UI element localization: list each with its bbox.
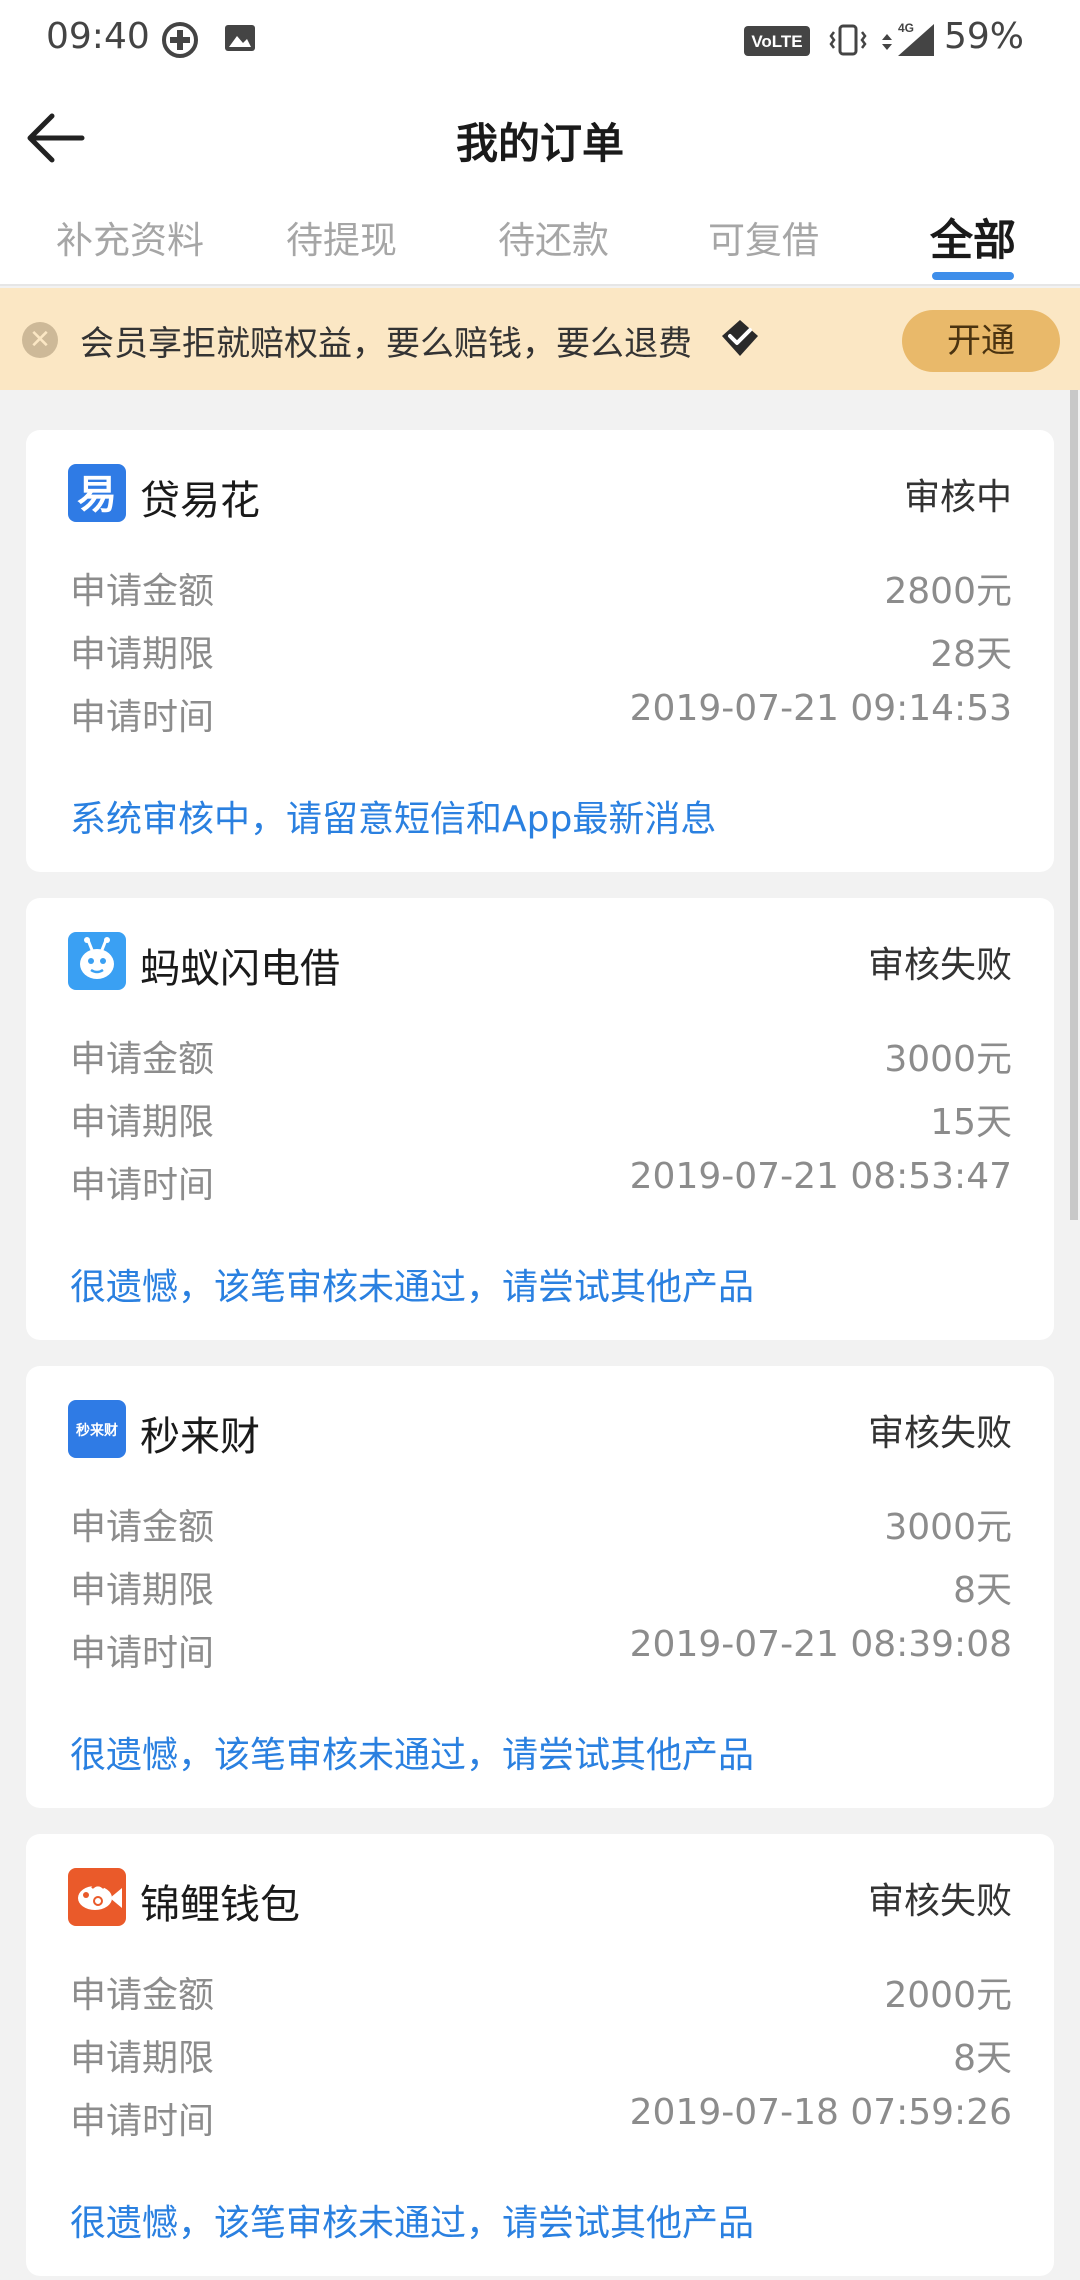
term-label: 申请期限 <box>70 634 215 675</box>
volte-icon: VoLTE <box>744 26 810 60</box>
signal-4g-icon: 4G <box>878 20 936 64</box>
product-name: 蚂蚁闪电借 <box>140 946 340 992</box>
term-label: 申请期限 <box>70 1102 215 1143</box>
term-value: 8天 <box>953 1570 1012 1611</box>
ant-logo-icon <box>68 932 126 990</box>
order-message: 很遗憾，该笔审核未通过，请尝试其他产品 <box>70 1735 755 1776</box>
membership-banner: ✕ 会员享拒就赔权益，要么赔钱，要么退费 开通 <box>0 288 1080 390</box>
order-card[interactable]: 锦鲤钱包 审核失败 申请金额 2000元 申请期限 8天 申请时间 2019-0… <box>26 1834 1054 2276</box>
term-value: 28天 <box>930 634 1012 675</box>
amount-value: 2000元 <box>884 1975 1012 2016</box>
term-label: 申请期限 <box>70 1570 215 1611</box>
term-label: 申请期限 <box>70 2038 215 2079</box>
active-tab-indicator <box>932 272 1014 280</box>
status-bar: 09:40 VoLTE 4G 59% <box>0 0 1080 82</box>
product-name: 秒来财 <box>140 1414 260 1460</box>
page-title: 我的订单 <box>455 119 624 168</box>
time-label: 申请时间 <box>70 2101 215 2142</box>
banner-text: 会员享拒就赔权益，要么赔钱，要么退费 <box>80 324 692 364</box>
tab-reborrow[interactable]: 可复借 <box>708 210 819 264</box>
logo-text: 秒来财 <box>76 1422 118 1439</box>
order-card[interactable]: 蚂蚁闪电借 审核失败 申请金额 3000元 申请期限 15天 申请时间 2019… <box>26 898 1054 1340</box>
image-icon <box>222 20 258 60</box>
logo-text: 易 <box>77 472 117 518</box>
amount-value: 2800元 <box>884 571 1012 612</box>
time-value: 2019-07-21 09:14:53 <box>629 688 1012 729</box>
plus-circle-icon <box>160 20 200 64</box>
product-name: 贷易花 <box>140 478 260 524</box>
order-status: 审核失败 <box>867 1881 1012 1922</box>
close-icon[interactable]: ✕ <box>22 322 58 358</box>
order-card[interactable]: 秒来财 秒来财 审核失败 申请金额 3000元 申请期限 8天 申请时间 201… <box>26 1366 1054 1808</box>
term-value: 15天 <box>930 1102 1012 1143</box>
scrollbar[interactable] <box>1070 390 1078 1220</box>
order-status: 审核失败 <box>867 945 1012 986</box>
daiyihua-logo-icon: 易 <box>68 464 126 522</box>
order-tabs: 补充资料 待提现 待还款 可复借 全部 <box>0 194 1080 286</box>
time-label: 申请时间 <box>70 1165 215 1206</box>
volte-label: VoLTE <box>751 32 802 51</box>
amount-value: 3000元 <box>884 1507 1012 1548</box>
diamond-icon <box>718 316 762 360</box>
time-value: 2019-07-21 08:53:47 <box>629 1156 1012 1197</box>
tab-supplement-info[interactable]: 补充资料 <box>56 210 204 264</box>
battery-level: 59% <box>943 16 1024 57</box>
order-status: 审核中 <box>903 477 1012 518</box>
product-name: 锦鲤钱包 <box>140 1882 300 1928</box>
amount-value: 3000元 <box>884 1039 1012 1080</box>
amount-label: 申请金额 <box>70 1507 215 1548</box>
open-membership-button[interactable]: 开通 <box>902 310 1060 372</box>
vibrate-icon <box>828 20 868 64</box>
order-card[interactable]: 易 贷易花 审核中 申请金额 2800元 申请期限 28天 申请时间 2019-… <box>26 430 1054 872</box>
tab-pending-withdraw[interactable]: 待提现 <box>286 210 397 264</box>
network-label: 4G <box>898 21 914 35</box>
time-label: 申请时间 <box>70 1633 215 1674</box>
amount-label: 申请金额 <box>70 1975 215 2016</box>
tab-pending-repay[interactable]: 待还款 <box>498 210 609 264</box>
order-message: 很遗憾，该笔审核未通过，请尝试其他产品 <box>70 2203 755 2244</box>
miaolaicai-logo-icon: 秒来财 <box>68 1400 126 1458</box>
order-status: 审核失败 <box>867 1413 1012 1454</box>
term-value: 8天 <box>953 2038 1012 2079</box>
amount-label: 申请金额 <box>70 571 215 612</box>
time-value: 2019-07-21 08:39:08 <box>629 1624 1012 1665</box>
time-label: 申请时间 <box>70 697 215 738</box>
header: 我的订单 <box>0 82 1080 194</box>
koi-logo-icon <box>68 1868 126 1926</box>
order-message: 很遗憾，该笔审核未通过，请尝试其他产品 <box>70 1267 755 1308</box>
order-message: 系统审核中，请留意短信和App最新消息 <box>70 799 717 840</box>
tab-all[interactable]: 全部 <box>930 206 1016 268</box>
time-value: 2019-07-18 07:59:26 <box>629 2092 1012 2133</box>
status-time: 09:40 <box>46 16 150 57</box>
amount-label: 申请金额 <box>70 1039 215 1080</box>
